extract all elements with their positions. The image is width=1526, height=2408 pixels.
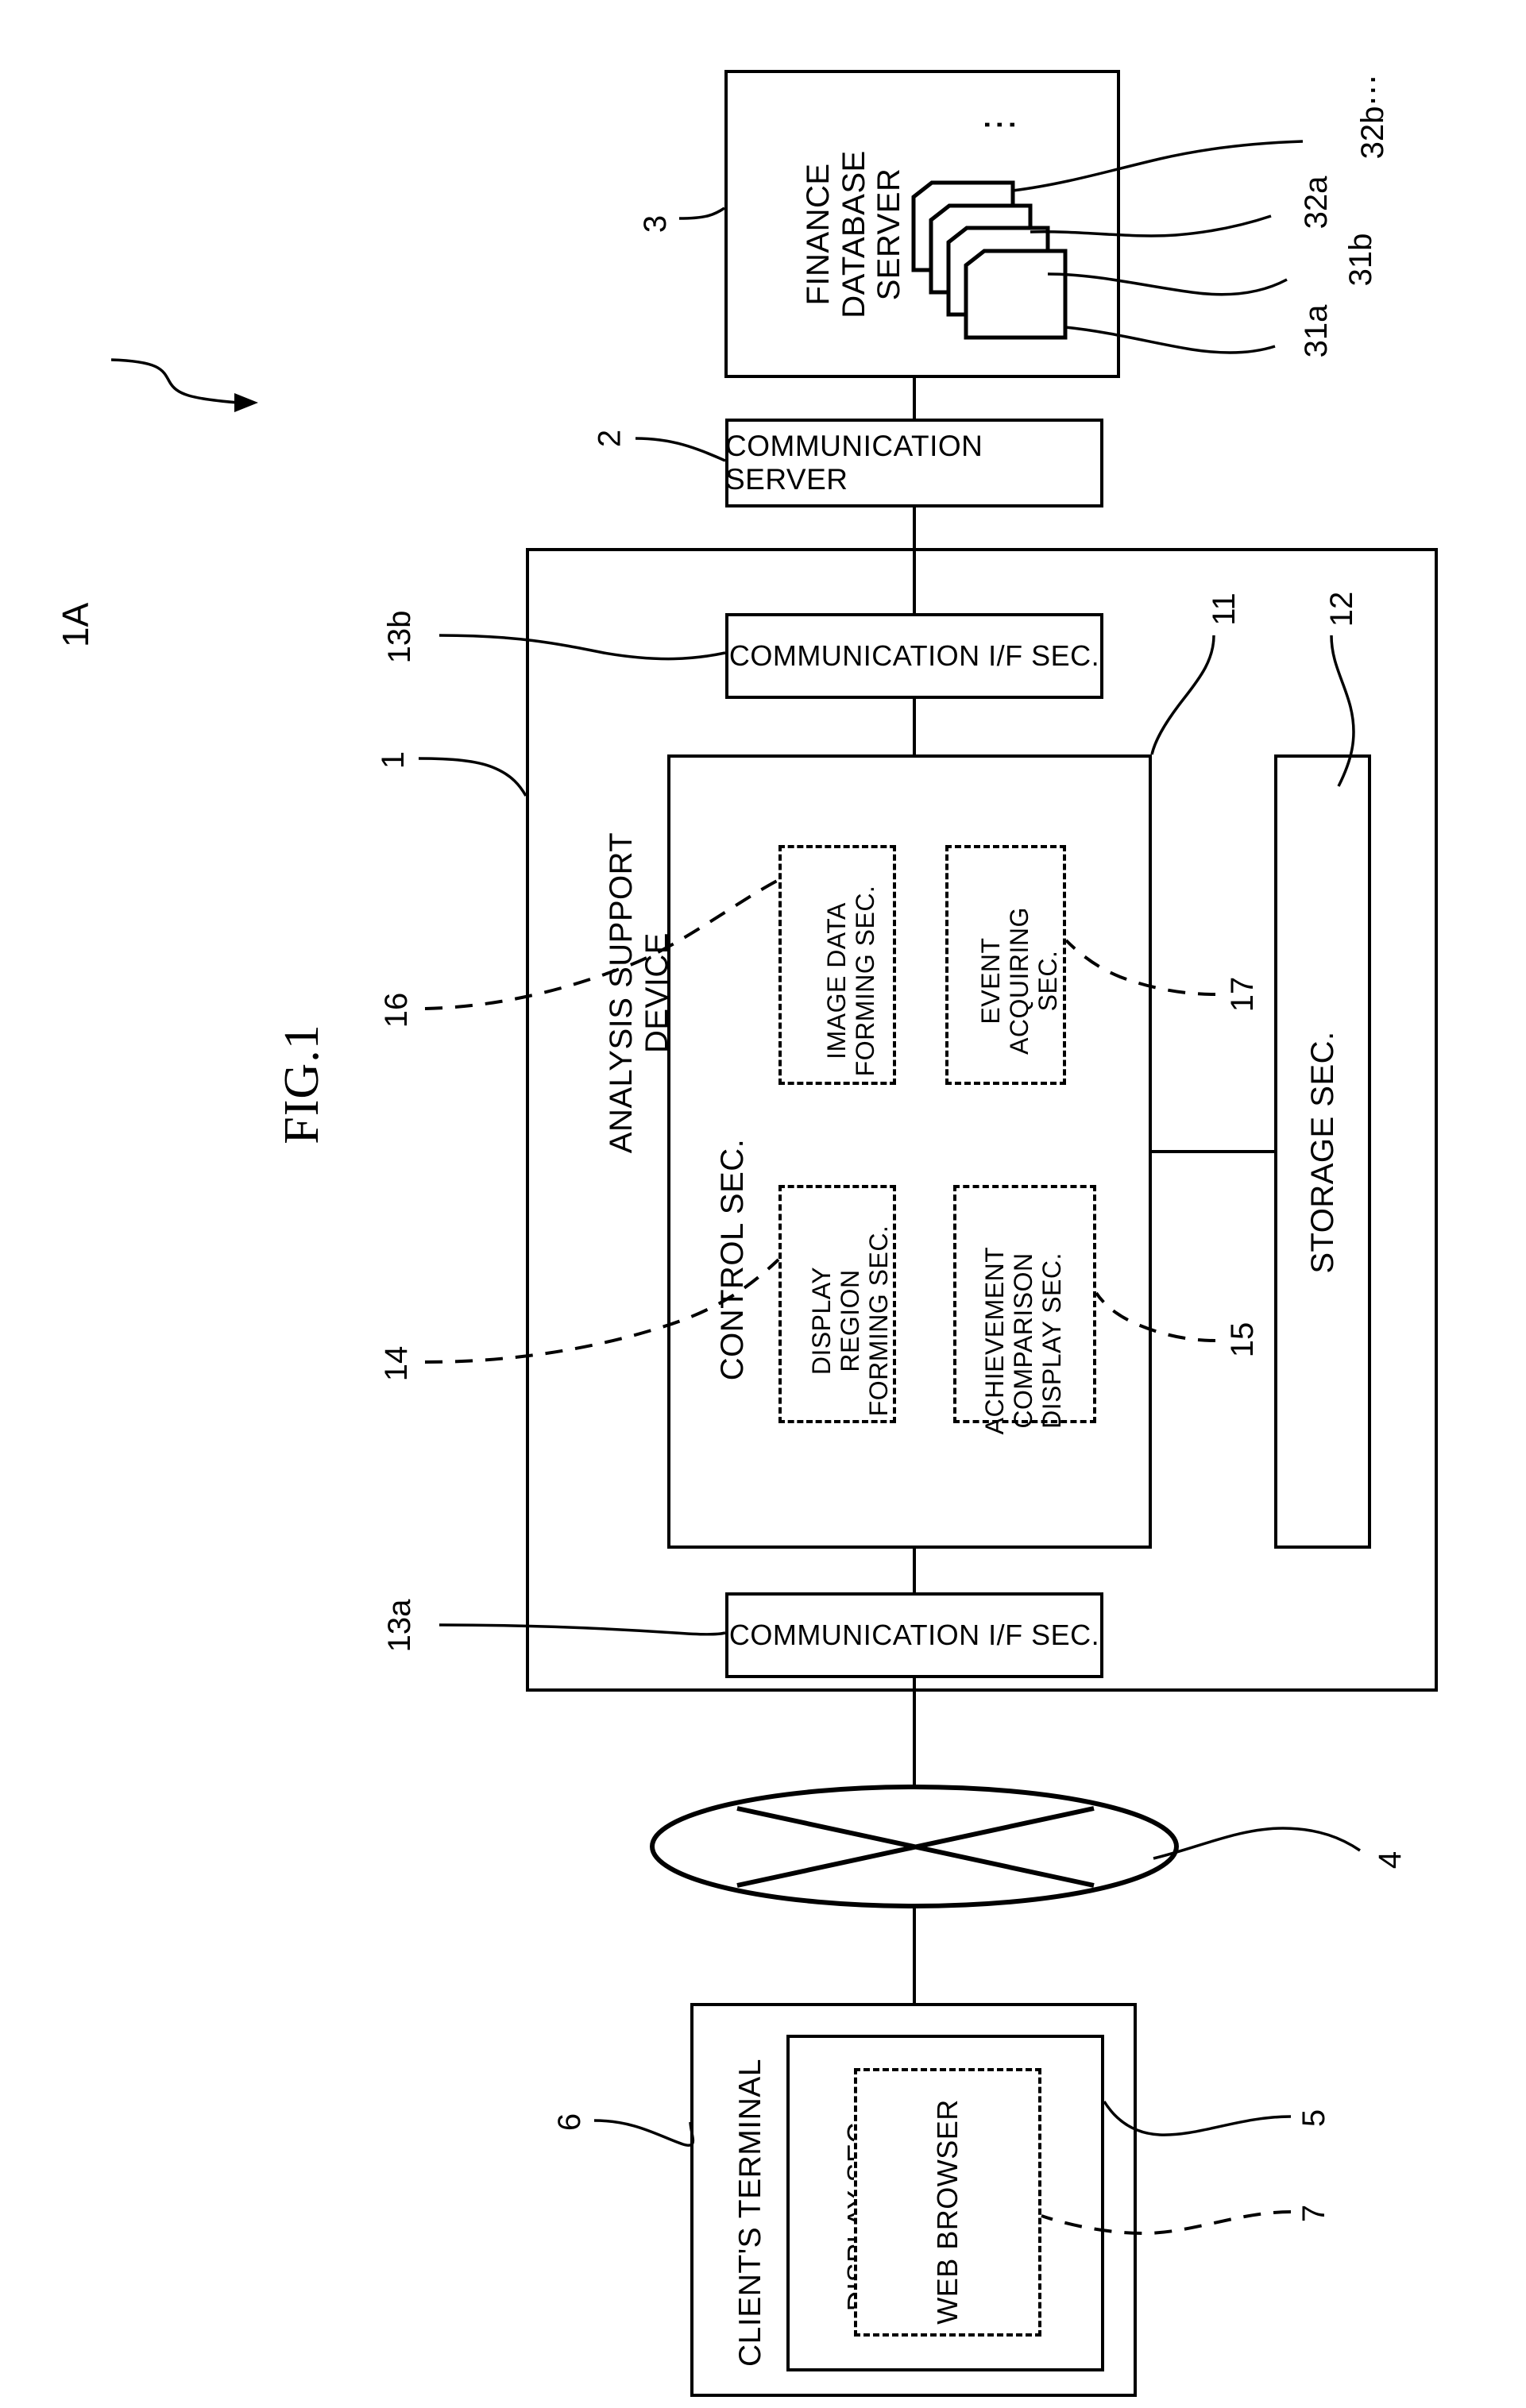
ref-7: 7 bbox=[1296, 2204, 1331, 2223]
analysis-support-device-label: ANALYSIS SUPPORT DEVICE bbox=[604, 832, 674, 1154]
achievement-comparison-display-sec-label: ACHIEVEMENT COMPARISON DISPLAY SEC. bbox=[980, 1246, 1066, 1435]
leader-ref-1 bbox=[418, 757, 527, 797]
database-stack-ellipsis: ⋮ bbox=[978, 100, 1019, 143]
network-cloud-icon bbox=[650, 1785, 1179, 1908]
display-region-forming-sec-label: DISPLAY REGION FORMING SEC. bbox=[807, 1225, 893, 1417]
ref-13b: 13b bbox=[381, 610, 417, 664]
ref-6: 6 bbox=[551, 2113, 587, 2132]
ref-32a: 32a bbox=[1298, 176, 1334, 230]
ref-12: 12 bbox=[1323, 591, 1359, 627]
storage-sec-label: STORAGE SEC. bbox=[1304, 1031, 1340, 1274]
ref-14: 14 bbox=[378, 1345, 414, 1382]
ref-15: 15 bbox=[1224, 1322, 1260, 1358]
ref-31b: 31b bbox=[1342, 233, 1378, 287]
ref-system-1A: 1A bbox=[55, 602, 96, 648]
control-sec-label: CONTROL SEC. bbox=[714, 1138, 750, 1381]
leader-ref-3 bbox=[678, 206, 725, 220]
system-label-arrow bbox=[110, 358, 239, 404]
finance-database-server-label: FINANCE DATABASE SERVER bbox=[800, 150, 907, 318]
image-data-forming-sec-label: IMAGE DATA FORMING SEC. bbox=[822, 885, 879, 1077]
communication-server-label: COMMUNICATION SERVER bbox=[725, 430, 983, 496]
event-acquiring-sec-label: EVENT ACQUIRING SEC. bbox=[976, 907, 1062, 1055]
ref-31a: 31a bbox=[1298, 304, 1334, 358]
ref-16: 16 bbox=[378, 992, 414, 1028]
ref-32b: 32b⋯ bbox=[1355, 74, 1390, 160]
ref-13a: 13a bbox=[381, 1599, 417, 1653]
communication-if-upper-label: COMMUNICATION I/F SEC. bbox=[728, 639, 1100, 672]
leader-ref-2 bbox=[635, 437, 726, 462]
figure-canvas: FIG.1 1A FINANCE DATABASE SERVER 3 ⋮ 31a… bbox=[0, 0, 1526, 2408]
leader-ref-4 bbox=[1153, 1827, 1361, 1860]
communication-if-lower-label: COMMUNICATION I/F SEC. bbox=[728, 1619, 1100, 1651]
leader-ref-6 bbox=[593, 2119, 695, 2147]
web-browser-label: WEB BROWSER bbox=[930, 2099, 964, 2325]
ref-2: 2 bbox=[592, 429, 627, 448]
ref-11: 11 bbox=[1206, 592, 1242, 626]
ref-17: 17 bbox=[1224, 976, 1260, 1013]
ref-3: 3 bbox=[637, 214, 673, 233]
ref-1: 1 bbox=[375, 751, 411, 770]
clients-terminal-label: CLIENT'S TERMINAL bbox=[733, 2059, 768, 2367]
system-label-arrowhead bbox=[234, 393, 258, 412]
ref-5: 5 bbox=[1296, 2109, 1331, 2128]
ref-4: 4 bbox=[1372, 1850, 1408, 1870]
figure-title: FIG.1 bbox=[274, 1024, 329, 1144]
